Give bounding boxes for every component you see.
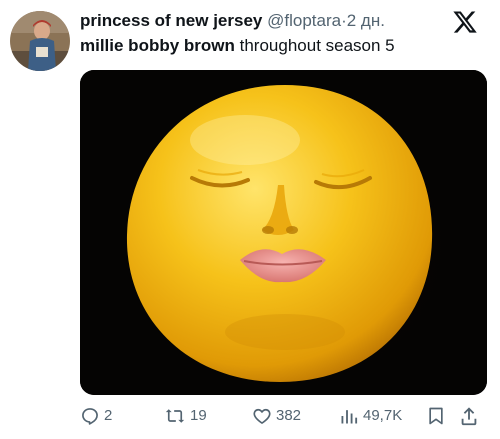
views-icon (341, 410, 358, 424)
avatar-image (10, 11, 70, 71)
share-icon (461, 407, 477, 426)
timestamp[interactable]: 2 дн. (347, 11, 385, 30)
reply-button[interactable]: 2 (80, 404, 112, 428)
repost-icon (165, 409, 185, 423)
views-count: 49,7K (363, 407, 403, 424)
tweet-text-rest: throughout season 5 (234, 36, 395, 55)
lemon-face-image (80, 70, 487, 395)
like-button[interactable]: 382 (252, 404, 301, 428)
heart-icon (253, 408, 271, 424)
views-button[interactable]: 49,7K (339, 404, 402, 428)
tweet-text: millie bobby brown throughout season 5 (80, 35, 480, 57)
bookmark-button[interactable] (426, 404, 446, 428)
reply-icon (82, 408, 98, 425)
tweet-header: princess of new jersey @floptara·2 дн. (80, 10, 420, 32)
share-button[interactable] (458, 404, 480, 428)
repost-button[interactable]: 19 (164, 404, 207, 428)
repost-count: 19 (190, 407, 207, 424)
tweet-media[interactable] (80, 70, 487, 395)
avatar[interactable] (10, 11, 70, 71)
tweet-text-bold: millie bobby brown (80, 36, 235, 55)
like-count: 382 (276, 407, 302, 424)
x-logo-icon (452, 9, 478, 35)
reply-count: 2 (104, 407, 113, 424)
user-handle[interactable]: @floptara (267, 11, 341, 30)
display-name[interactable]: princess of new jersey (80, 11, 262, 30)
tweet-actions: 2 19 382 49,7K (80, 404, 490, 428)
bookmark-icon (429, 407, 443, 425)
